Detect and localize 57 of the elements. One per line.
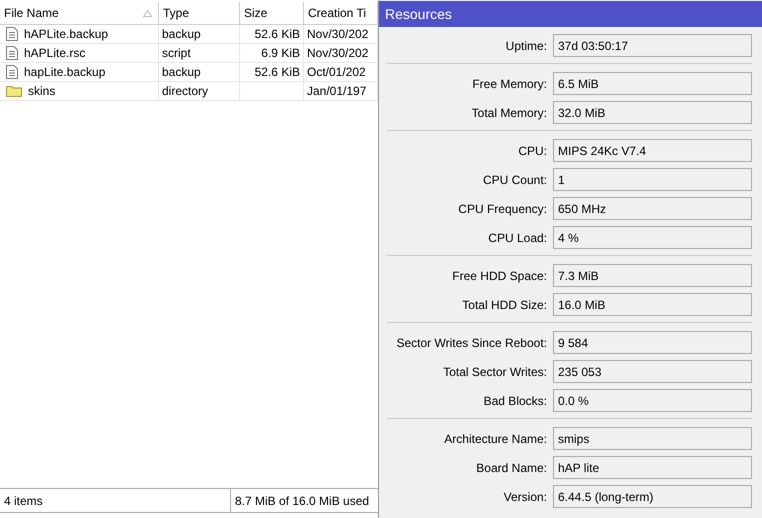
field-label: Total HDD Size: [461, 298, 547, 312]
document-icon [6, 27, 18, 41]
column-header[interactable]: Creation Ti [304, 2, 378, 24]
table-cell: hAPLite.backup [0, 25, 159, 43]
value-field: 1 [553, 168, 752, 191]
field-label: Uptime: [504, 38, 547, 52]
table-cell: Jan/01/197 [304, 82, 378, 100]
field-label: CPU Count: [482, 172, 547, 186]
field-label: CPU: [517, 144, 547, 158]
field-label: Board Name: [475, 460, 547, 474]
value-field: 32.0 MiB [553, 101, 752, 124]
value-field: 235 053 [553, 360, 752, 383]
field-label: Free HDD Space: [451, 268, 547, 282]
item-count: 4 items [0, 489, 231, 512]
value-field: hAP lite [553, 456, 752, 479]
table-cell: 52.6 KiB [240, 25, 304, 43]
field-label: Architecture Name: [443, 432, 547, 446]
value-field: 7.3 MiB [553, 264, 752, 287]
value-field: 650 MHz [553, 197, 752, 220]
table-cell: Oct/01/202 [304, 63, 378, 81]
field-label: Version: [502, 490, 547, 504]
value-field: 6.5 MiB [553, 72, 752, 95]
value-field: 6.44.5 (long-term) [553, 485, 752, 508]
table-cell: 6.9 KiB [240, 44, 304, 62]
field-label: Total Sector Writes: [442, 364, 547, 378]
disk-usage: 8.7 MiB of 16.0 MiB used [234, 492, 370, 510]
value-field: 37d 03:50:17 [553, 34, 752, 57]
table-cell: hapLite.backup [0, 63, 159, 81]
value-field: MIPS 24Kc V7.4 [553, 139, 752, 162]
field-label: Sector Writes Since Reboot: [395, 336, 547, 350]
document-icon [6, 46, 18, 60]
table-cell: Nov/30/202 [304, 44, 378, 62]
value-field: 16.0 MiB [553, 293, 752, 316]
value-field: 9 584 [553, 331, 752, 354]
panel-title: Resources [379, 1, 762, 27]
field-label: Total Memory: [470, 106, 547, 120]
document-icon [6, 65, 18, 79]
table-cell: 52.6 KiB [240, 63, 304, 81]
column-header[interactable]: File Name [0, 2, 159, 24]
table-cell: directory [159, 82, 240, 100]
folder-icon [6, 85, 22, 97]
field-label: Free Memory: [471, 76, 547, 90]
table-cell: skins [0, 82, 159, 100]
table-cell: backup [159, 63, 240, 81]
value-field: 0.0 % [553, 389, 752, 412]
value-field: 4 % [553, 226, 752, 249]
table-cell: hAPLite.rsc [0, 44, 159, 62]
sort-icon [143, 10, 152, 16]
value-field: smips [553, 427, 752, 450]
field-label: Bad Blocks: [482, 394, 547, 408]
table-cell: backup [159, 25, 240, 43]
table-cell: Nov/30/202 [304, 25, 378, 43]
field-label: CPU Frequency: [457, 202, 547, 216]
column-header[interactable]: Type [159, 2, 240, 24]
field-label: CPU Load: [487, 230, 547, 244]
column-header[interactable]: Size [240, 2, 304, 24]
table-cell: script [159, 44, 240, 62]
